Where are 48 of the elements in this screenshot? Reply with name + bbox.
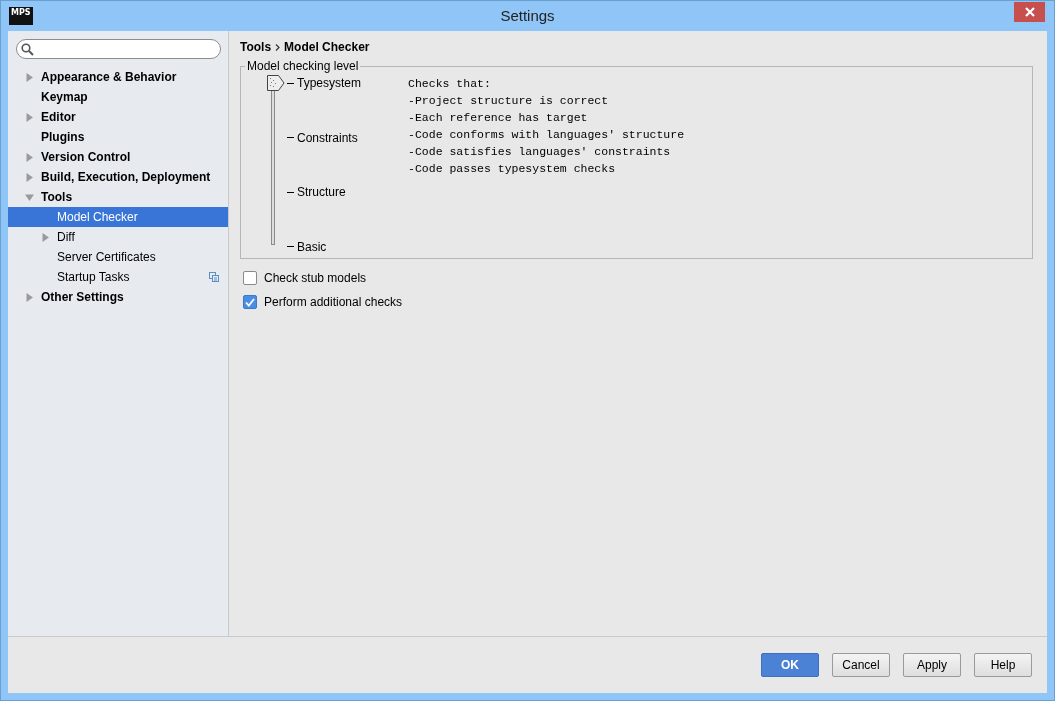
tree-item[interactable]: Plugins (8, 127, 228, 147)
tree-item[interactable]: Appearance & Behavior (8, 67, 228, 87)
dialog-button[interactable]: Help (974, 653, 1032, 677)
breadcrumb-item: Tools (240, 40, 272, 54)
close-icon (1024, 7, 1035, 17)
tree-item[interactable]: Build, Execution, Deployment (8, 167, 228, 187)
tree-item[interactable]: Tools (8, 187, 228, 207)
collapsed-arrow-icon[interactable] (25, 292, 34, 302)
description-line: -Project structure is correct (408, 93, 610, 109)
level-label: Constraints (297, 130, 358, 145)
description-line: -Code satisfies languages' constraints (408, 144, 672, 160)
collapsed-arrow-icon[interactable] (25, 172, 34, 182)
search-field[interactable] (16, 39, 221, 59)
search-icon (21, 42, 34, 56)
breadcrumb-item: Model Checker (284, 40, 370, 54)
tree-item[interactable]: Diff (8, 227, 228, 247)
dialog-button[interactable]: Apply (903, 653, 961, 677)
description-line: -Code passes typesystem checks (408, 161, 617, 177)
tree-item[interactable]: Server Certificates (8, 247, 228, 267)
tree-item[interactable]: Model Checker (8, 207, 228, 227)
checkbox-label: Perform additional checks (264, 295, 403, 309)
description-line: -Each reference has target (408, 110, 589, 126)
level-label: Typesystem (297, 76, 362, 90)
collapsed-arrow-icon[interactable] (25, 112, 34, 122)
collapsed-arrow-icon[interactable] (25, 72, 34, 82)
description-line: Checks that: (408, 76, 492, 92)
slider-thumb[interactable] (267, 75, 285, 91)
tree-item[interactable]: Editor (8, 107, 228, 127)
collapsed-arrow-icon[interactable] (25, 152, 34, 162)
tree-item[interactable]: Version Control (8, 147, 228, 167)
dialog-button[interactable]: Cancel (832, 653, 890, 677)
window-title: Settings (500, 7, 555, 24)
close-button[interactable] (1014, 2, 1045, 22)
tree-item[interactable]: Startup Tasks (8, 267, 228, 287)
tree-item[interactable]: Keymap (8, 87, 228, 107)
level-label: Basic (297, 239, 327, 254)
description-line: -Code conforms with languages' structure (408, 127, 685, 143)
expanded-arrow-icon[interactable] (25, 192, 34, 202)
dialog-button[interactable]: OK (761, 653, 819, 677)
checkbox-label: Check stub models (264, 271, 367, 285)
checkbox[interactable] (243, 295, 257, 309)
checkbox[interactable] (243, 271, 257, 285)
group-title: Model checking level (245, 59, 361, 73)
chevron-icon (275, 43, 281, 51)
app-logo: MPS (9, 7, 33, 25)
collapsed-arrow-icon[interactable] (41, 232, 50, 242)
tree-item[interactable]: Other Settings (8, 287, 228, 307)
level-label: Structure (297, 185, 346, 200)
